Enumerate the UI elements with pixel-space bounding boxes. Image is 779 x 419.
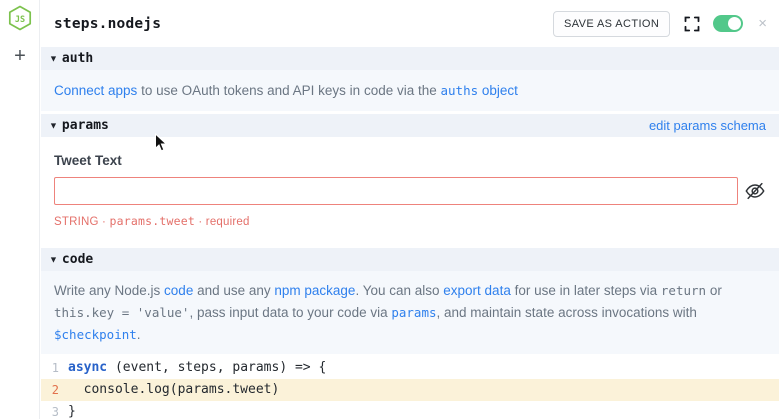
inline-link[interactable]: object <box>478 83 518 98</box>
code-text: async (event, steps, params) => { <box>68 357 326 379</box>
inline-text: to use OAuth tokens and API keys in code… <box>137 83 440 98</box>
tweet-input-row <box>54 177 766 205</box>
inline-text: console.log(params.tweet) <box>68 382 279 397</box>
inline-link[interactable]: export data <box>443 283 511 298</box>
inline-link[interactable]: auths <box>441 83 479 98</box>
header-controls: SAVE AS ACTION × <box>553 11 769 37</box>
inline-link[interactable]: code <box>164 283 193 298</box>
inline-text: . <box>137 327 141 342</box>
svg-text:JS: JS <box>15 15 25 25</box>
inline-text: , and maintain state across invocations … <box>437 305 697 320</box>
eye-off-icon[interactable] <box>744 180 766 202</box>
inline-text: · <box>99 216 110 228</box>
collapse-triangle-icon: ▼ <box>49 254 58 264</box>
collapse-triangle-icon: ▼ <box>49 53 58 63</box>
inline-link[interactable]: Connect apps <box>54 83 137 98</box>
left-rail: JS + <box>0 0 40 419</box>
params-section-header[interactable]: ▼ params edit params schema <box>41 114 779 137</box>
code-text: console.log(params.tweet) <box>68 379 279 401</box>
inline-text: . You can also <box>355 283 443 298</box>
auth-section-label: auth <box>62 51 93 66</box>
inline-text: · <box>195 216 206 228</box>
auth-description: Connect apps to use OAuth tokens and API… <box>41 70 779 111</box>
field-meta: STRING · params.tweet · required <box>54 214 766 228</box>
inline-text: return <box>661 283 706 298</box>
edit-params-schema-link[interactable]: edit params schema <box>649 118 766 133</box>
inline-link[interactable]: $checkpoint <box>54 327 137 342</box>
inline-text: and use any <box>193 283 274 298</box>
inline-link[interactable]: npm package <box>274 283 355 298</box>
step-panel: steps.nodejs SAVE AS ACTION × ▼ auth <box>41 0 779 419</box>
code-text: } <box>68 401 76 419</box>
line-number: 3 <box>45 401 59 419</box>
inline-text: for use in later steps via <box>511 283 661 298</box>
step-enabled-toggle[interactable] <box>713 15 743 32</box>
params-section-label: params <box>62 118 109 133</box>
collapse-triangle-icon: ▼ <box>49 120 58 130</box>
step-editor: JS + steps.nodejs SAVE AS ACTION <box>0 0 779 419</box>
tweet-text-label: Tweet Text <box>54 153 766 168</box>
code-editor[interactable]: 1 async (event, steps, params) => { 2 co… <box>41 354 779 419</box>
step-title: steps.nodejs <box>54 16 161 32</box>
save-as-action-button[interactable]: SAVE AS ACTION <box>553 11 670 37</box>
inline-text: async <box>68 360 107 375</box>
code-line-active[interactable]: 2 console.log(params.tweet) <box>41 379 779 401</box>
inline-text: params.tweet <box>109 214 194 228</box>
code-section-header[interactable]: ▼ code <box>41 248 779 271</box>
inline-text: } <box>68 404 76 419</box>
code-line[interactable]: 3 } <box>41 401 779 419</box>
auth-section-header[interactable]: ▼ auth <box>41 47 779 70</box>
inline-text: Write any Node.js <box>54 283 164 298</box>
params-content: Tweet Text STRING · params.tweet · requi… <box>41 137 779 248</box>
nodejs-icon: JS <box>7 5 33 31</box>
inline-text: this.key = 'value' <box>54 305 189 320</box>
line-number: 2 <box>45 379 59 401</box>
inline-text: , pass input data to your code via <box>189 305 391 320</box>
fullscreen-icon[interactable] <box>683 15 700 32</box>
panel-header: steps.nodejs SAVE AS ACTION × <box>41 0 779 47</box>
code-description: Write any Node.js code and use any npm p… <box>41 271 779 354</box>
close-icon[interactable]: × <box>756 16 769 31</box>
code-section-label: code <box>62 252 93 267</box>
inline-text: or <box>706 283 722 298</box>
add-step-button[interactable]: + <box>10 46 30 66</box>
code-line[interactable]: 1 async (event, steps, params) => { <box>41 357 779 379</box>
line-number: 1 <box>45 357 59 379</box>
inline-text: (event, steps, params) => { <box>107 360 326 375</box>
tweet-text-input[interactable] <box>54 177 738 205</box>
inline-text: STRING <box>54 216 99 228</box>
toggle-knob <box>728 17 741 30</box>
inline-text: required <box>206 216 250 228</box>
inline-link[interactable]: params <box>391 305 436 320</box>
